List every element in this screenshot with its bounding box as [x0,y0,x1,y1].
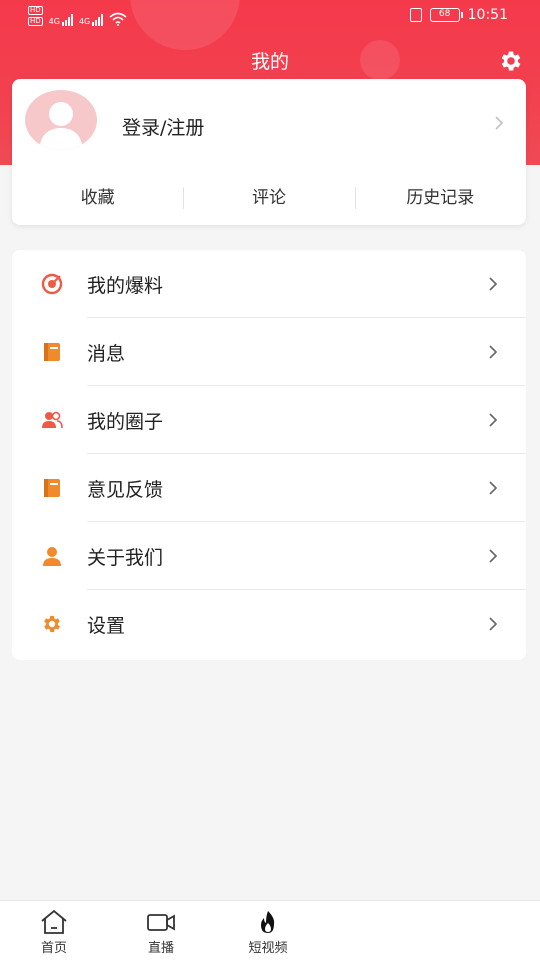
menu-item-label: 消息 [87,343,126,365]
network-type-label: 4G [48,17,60,26]
chevron-right-icon [489,481,498,495]
login-register-link[interactable]: 登录/注册 [122,113,204,140]
settings-gear-icon[interactable] [498,48,524,74]
menu-item-label: 意见反馈 [87,479,164,501]
status-signals: HD HD 4G 4G [28,6,127,26]
status-right: 68 10:51 [409,7,508,23]
nav-home[interactable]: 首页 [24,909,84,956]
menu-item-settings[interactable]: 设置 [12,590,526,658]
vibrate-icon [409,8,422,22]
nav-label: 首页 [40,941,67,956]
avatar[interactable] [25,90,97,150]
home-icon [41,909,67,934]
signal-bars-icon [61,12,73,26]
network-type-label: 4G [78,17,91,26]
quick-links: 收藏 评论 历史记录 [12,183,526,213]
chevron-right-icon [489,549,498,563]
nav-label: 短视频 [248,941,288,956]
menu-item-label: 我的爆料 [87,275,164,297]
bottom-navigation: 首页 直播 短视频 [0,900,540,960]
menu-item-label: 设置 [87,615,126,637]
signal-1: 4G [49,12,73,26]
hd-tags: HD HD [28,6,43,26]
quick-link-history[interactable]: 历史记录 [354,183,526,213]
chevron-right-icon [489,413,498,427]
gear-icon [44,615,60,633]
wifi-icon [109,12,127,26]
signal-2: 4G [78,12,104,26]
nav-label: 直播 [147,941,174,956]
status-bar: HD HD 4G 4G 68 10:51 [0,0,540,32]
group-people-icon [42,411,63,429]
menu-item-messages[interactable]: 消息 [12,318,526,386]
nav-short-video[interactable]: 短视频 [238,909,298,956]
hd-icon: HD [28,6,43,15]
chevron-right-icon [489,345,498,359]
person-icon [43,547,61,566]
target-icon [41,273,63,295]
status-time: 10:51 [467,7,508,23]
nav-live[interactable]: 直播 [131,909,191,956]
menu-item-my-circle[interactable]: 我的圈子 [12,386,526,454]
quick-link-comments[interactable]: 评论 [183,183,354,213]
menu-item-about-us[interactable]: 关于我们 [12,522,526,590]
quick-link-favorites[interactable]: 收藏 [12,183,183,213]
menu-item-label: 关于我们 [87,547,164,569]
chevron-right-icon [489,277,498,291]
video-camera-icon [147,914,175,931]
flame-icon [261,911,275,933]
menu-item-feedback[interactable]: 意见反馈 [12,454,526,522]
chevron-right-icon [495,116,504,130]
page-title: 我的 [250,51,289,73]
default-avatar-icon [39,102,83,150]
profile-card: 登录/注册 收藏 评论 历史记录 [12,79,526,225]
battery-icon: 68 [429,8,463,22]
menu-item-my-tips[interactable]: 我的爆料 [12,250,526,318]
feedback-book-icon [44,479,60,497]
battery-level: 68 [438,9,451,19]
menu-item-label: 我的圈子 [87,411,164,433]
hd-icon: HD [28,17,43,26]
message-book-icon [44,343,60,361]
signal-bars-icon [92,12,104,26]
chevron-right-icon [489,617,498,631]
menu-list: 我的爆料 消息 我的圈子 意见反馈 关于我们 设置 [12,250,526,660]
